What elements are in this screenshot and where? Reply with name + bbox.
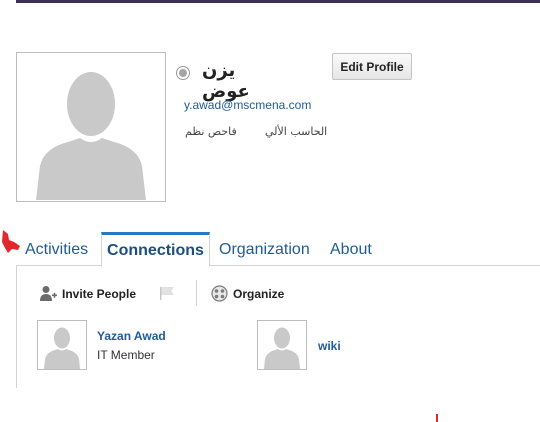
- job-title: فاحص نظم: [185, 125, 237, 138]
- connection-avatar[interactable]: [37, 320, 87, 370]
- profile-name: يزن عوض: [202, 60, 250, 102]
- invite-people-button[interactable]: Invite People: [62, 287, 136, 301]
- profile-tabs: Activities Connections Organization Abou…: [16, 232, 540, 267]
- tab-organization[interactable]: Organization: [219, 232, 310, 266]
- email-link[interactable]: y.awad@mscmena.com: [184, 98, 311, 112]
- connection-name[interactable]: Yazan Awad: [97, 329, 166, 343]
- organize-button[interactable]: Organize: [233, 287, 284, 301]
- content-panel-border: [16, 266, 17, 388]
- status-indicator-icon: [176, 66, 190, 80]
- connection-name[interactable]: wiki: [318, 339, 341, 353]
- annotation-mark: [436, 414, 438, 422]
- profile-photo: [16, 52, 166, 202]
- tab-connections[interactable]: Connections: [101, 232, 210, 267]
- top-bar: [16, 0, 540, 3]
- connection-avatar[interactable]: [257, 320, 307, 370]
- department: الحاسب الألي: [265, 125, 328, 138]
- tab-about[interactable]: About: [330, 232, 372, 266]
- flag-icon[interactable]: [159, 286, 175, 301]
- invite-person-icon[interactable]: [40, 285, 58, 302]
- edit-profile-button[interactable]: Edit Profile: [332, 53, 412, 80]
- tab-activities[interactable]: Activities: [25, 232, 88, 266]
- connection-role: IT Member: [97, 348, 155, 362]
- toolbar-divider: [196, 280, 197, 306]
- organize-icon[interactable]: [211, 285, 228, 302]
